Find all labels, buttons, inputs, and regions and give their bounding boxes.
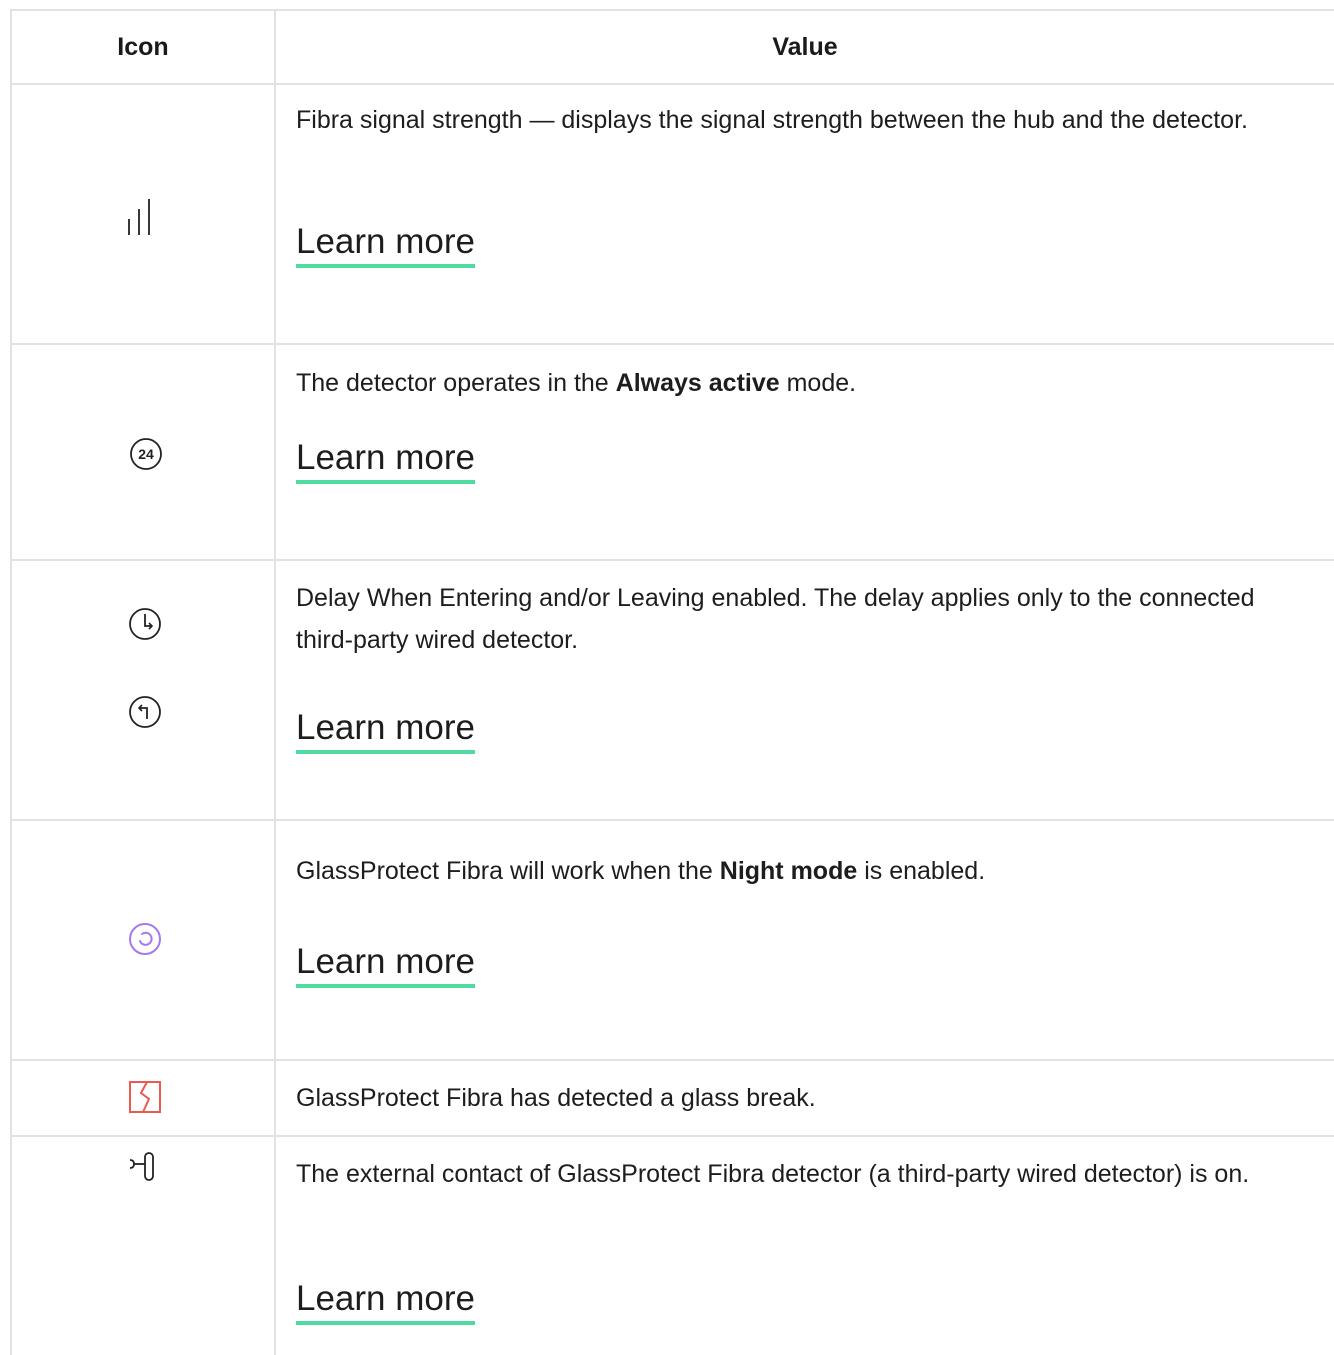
learn-more-link[interactable]: Learn more	[296, 438, 475, 484]
value-cell: The detector operates in the Always acti…	[276, 345, 1334, 559]
table-row: GlassProtect Fibra will work when the Ni…	[10, 821, 1334, 1061]
table-header-row: Icon Value	[10, 9, 1334, 85]
row-description: GlassProtect Fibra has detected a glass …	[296, 1084, 816, 1112]
value-cell: Delay When Entering and/or Leaving enabl…	[276, 561, 1334, 819]
status-icons-table: Icon Value Fibra signal strength — displ…	[10, 9, 1334, 1355]
table-row: Delay When Entering and/or Leaving enabl…	[10, 561, 1334, 821]
row-description: The external contact of GlassProtect Fib…	[296, 1160, 1250, 1188]
icon-cell	[10, 561, 276, 819]
header-cell-icon: Icon	[10, 11, 276, 83]
table-row: 24 The detector operates in the Always a…	[10, 345, 1334, 561]
value-cell: GlassProtect Fibra has detected a glass …	[276, 1061, 1334, 1135]
always-active-mode-name: Always active	[615, 369, 780, 397]
always-active-24-icon: 24	[130, 438, 162, 470]
glass-break-icon	[129, 1081, 161, 1113]
icon-cell	[10, 1137, 276, 1355]
header-icon-label: Icon	[117, 33, 169, 61]
icon-cell	[10, 1061, 276, 1135]
value-cell: Fibra signal strength — displays the sig…	[276, 85, 1334, 343]
row-description: The detector operates in the Always acti…	[296, 369, 857, 397]
table-row: Fibra signal strength — displays the sig…	[10, 85, 1334, 345]
value-cell: The external contact of GlassProtect Fib…	[276, 1137, 1334, 1355]
table-row: GlassProtect Fibra has detected a glass …	[10, 1061, 1334, 1137]
always-active-icon-text: 24	[138, 446, 154, 462]
icon-cell: 24	[10, 345, 276, 559]
header-cell-value: Value	[276, 11, 1334, 83]
row-description: GlassProtect Fibra will work when the Ni…	[296, 857, 986, 885]
table-row: The external contact of GlassProtect Fib…	[10, 1137, 1334, 1355]
entry-delay-icon	[129, 608, 161, 640]
night-mode-icon	[129, 923, 161, 955]
learn-more-link[interactable]: Learn more	[296, 1279, 475, 1325]
icon-cell	[10, 821, 276, 1059]
night-mode-name: Night mode	[719, 857, 858, 885]
icon-cell	[10, 85, 276, 343]
learn-more-link[interactable]: Learn more	[296, 942, 475, 988]
signal-strength-icon	[128, 199, 150, 235]
row-description: Delay When Entering and/or Leaving enabl…	[296, 584, 1255, 654]
exit-delay-icon	[129, 696, 161, 728]
external-contact-icon	[129, 1152, 154, 1181]
header-value-label: Value	[772, 33, 838, 61]
learn-more-link[interactable]: Learn more	[296, 708, 475, 754]
row-description: Fibra signal strength — displays the sig…	[296, 106, 1248, 134]
value-cell: GlassProtect Fibra will work when the Ni…	[276, 821, 1334, 1059]
learn-more-link[interactable]: Learn more	[296, 222, 475, 268]
